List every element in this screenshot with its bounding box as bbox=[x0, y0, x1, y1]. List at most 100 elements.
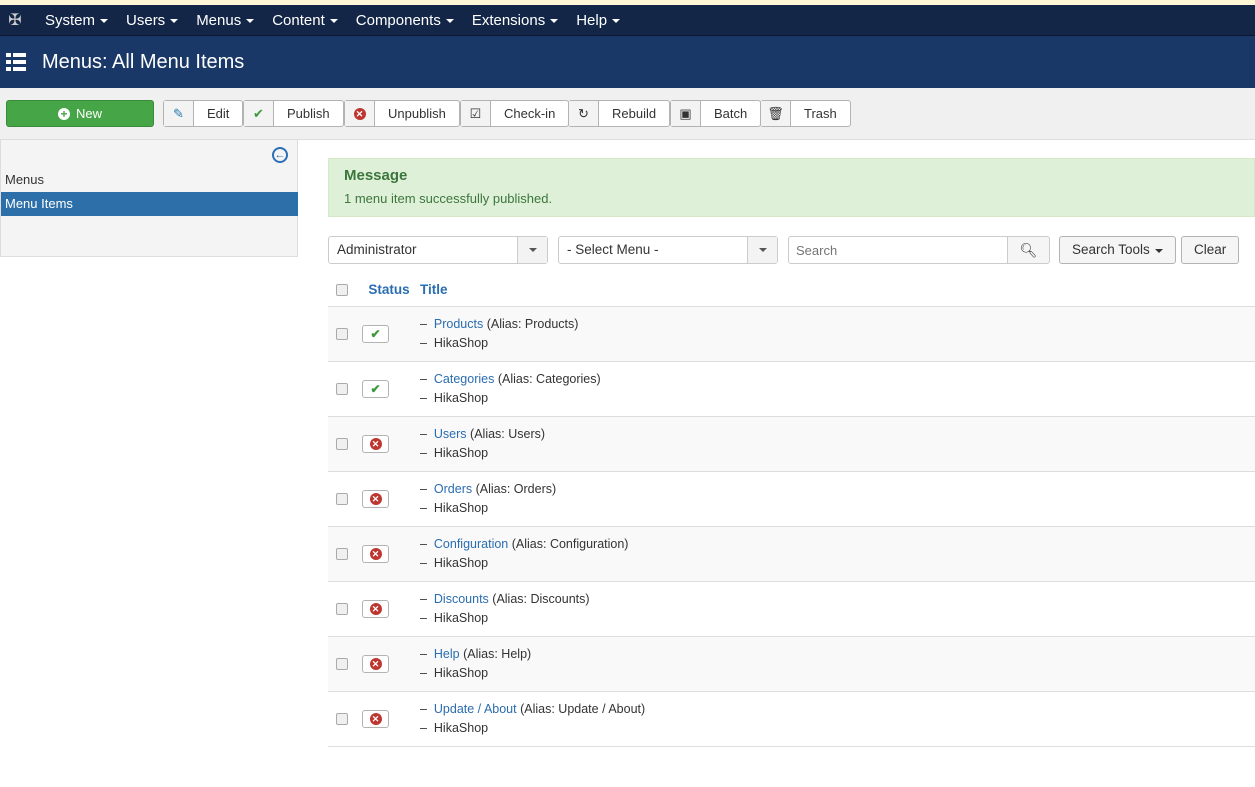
select-all-checkbox[interactable] bbox=[336, 283, 348, 296]
row-checkbox[interactable] bbox=[336, 547, 348, 560]
status-column-header[interactable]: Status bbox=[358, 274, 420, 307]
nav-system[interactable]: System bbox=[36, 12, 117, 29]
search-tools-button[interactable]: Search Tools bbox=[1059, 236, 1176, 264]
button-label: Edit bbox=[207, 106, 230, 121]
item-menu: HikaShop bbox=[433, 390, 489, 405]
top-navbar: ✠ System Users Menus Content Components … bbox=[0, 5, 1255, 36]
item-title-line: – Categories (Alias: Categories) bbox=[420, 371, 601, 386]
client-select[interactable]: Administrator bbox=[328, 236, 548, 264]
item-title-link[interactable]: Configuration bbox=[434, 537, 508, 551]
page-title: Menus: All Menu Items bbox=[42, 50, 245, 73]
item-menu: HikaShop bbox=[433, 720, 489, 735]
unpublished-toggle[interactable]: ✕ bbox=[362, 599, 389, 618]
caret-down-icon bbox=[550, 19, 559, 23]
toolbar: + New ✎ Edit ✔ Publish ✕ Unpublish ☑ Check-in… bbox=[0, 88, 1255, 140]
item-menu-line: – HikaShop bbox=[420, 390, 489, 405]
nav-label: Help bbox=[576, 11, 608, 29]
item-title-link[interactable]: Update / About bbox=[434, 702, 517, 716]
unpublished-toggle[interactable]: ✕ bbox=[362, 654, 389, 673]
caret-down-icon bbox=[100, 19, 109, 23]
caret-down-icon bbox=[612, 19, 621, 23]
row-checkbox[interactable] bbox=[336, 492, 348, 505]
publish-button[interactable]: ✔ Publish bbox=[243, 100, 344, 127]
item-menu-line: – HikaShop bbox=[420, 445, 489, 460]
joomla-logo-icon[interactable]: ✠ bbox=[0, 5, 30, 36]
edit-icon: ✎ bbox=[164, 101, 194, 126]
item-title-link[interactable]: Orders bbox=[434, 482, 472, 496]
nav-menus[interactable]: Menus bbox=[187, 12, 263, 29]
row-checkbox[interactable] bbox=[336, 712, 348, 725]
nav-label: System bbox=[45, 11, 96, 29]
button-label: Search Tools bbox=[1072, 242, 1150, 257]
nav-label: Components bbox=[355, 11, 441, 29]
item-menu: HikaShop bbox=[433, 665, 489, 680]
published-toggle[interactable]: ✔ bbox=[362, 379, 389, 398]
batch-button[interactable]: ▣ Batch bbox=[670, 100, 762, 127]
item-title-link[interactable]: Discounts bbox=[434, 592, 489, 606]
menu-items-table: Status Title ✔ – Products (Alias: Produc… bbox=[328, 274, 1255, 747]
item-menu: HikaShop bbox=[433, 445, 489, 460]
nav-label: Extensions bbox=[471, 11, 546, 29]
item-title-line: – Update / About (Alias: Update / About) bbox=[420, 701, 646, 716]
unpublished-icon: ✕ bbox=[369, 602, 382, 615]
unpublish-icon: ✕ bbox=[345, 101, 375, 126]
button-label: New bbox=[75, 106, 102, 121]
row-checkbox[interactable] bbox=[336, 437, 348, 450]
item-title-line: – Discounts (Alias: Discounts) bbox=[420, 591, 590, 606]
item-title-line: – Products (Alias: Products) bbox=[420, 316, 579, 331]
search-button[interactable]: 🔍︎ bbox=[1007, 236, 1050, 264]
edit-button[interactable]: ✎ Edit bbox=[163, 100, 244, 127]
search-input[interactable] bbox=[788, 236, 1008, 264]
item-alias: (Alias: Configuration) bbox=[511, 536, 629, 551]
nav-label: Content bbox=[272, 11, 325, 29]
item-title-link[interactable]: Categories bbox=[434, 372, 494, 386]
row-checkbox[interactable] bbox=[336, 327, 348, 340]
new-button[interactable]: + New bbox=[6, 100, 154, 127]
title-column-header[interactable]: Title bbox=[420, 274, 1255, 307]
nav-extensions[interactable]: Extensions bbox=[463, 12, 567, 29]
item-title-link[interactable]: Products bbox=[434, 317, 483, 331]
nav-users[interactable]: Users bbox=[117, 12, 187, 29]
item-title-link[interactable]: Users bbox=[434, 427, 467, 441]
unpublished-toggle[interactable]: ✕ bbox=[362, 434, 389, 453]
refresh-icon: ↻ bbox=[569, 101, 599, 126]
item-menu-line: – HikaShop bbox=[420, 500, 489, 515]
button-label: Check-in bbox=[504, 106, 556, 121]
filter-bar: Administrator - Select Menu - 🔍︎ Search … bbox=[328, 236, 1255, 264]
search-icon: 🔍︎ bbox=[1019, 241, 1038, 258]
rebuild-button[interactable]: ↻ Rebuild bbox=[568, 100, 671, 127]
item-title-link[interactable]: Help bbox=[434, 647, 460, 661]
unpublish-button[interactable]: ✕ Unpublish bbox=[344, 100, 460, 127]
checkin-button[interactable]: ☑ Check-in bbox=[460, 100, 570, 127]
row-checkbox[interactable] bbox=[336, 657, 348, 670]
trash-button[interactable]: 🗑 Trash bbox=[760, 100, 851, 127]
clear-button[interactable]: Clear bbox=[1181, 236, 1240, 264]
collapse-sidebar-icon[interactable]: ← bbox=[272, 147, 288, 163]
row-checkbox[interactable] bbox=[336, 602, 348, 615]
button-label: Trash bbox=[804, 106, 837, 121]
nav-content[interactable]: Content bbox=[263, 12, 347, 29]
item-menu: HikaShop bbox=[433, 555, 489, 570]
unpublished-toggle[interactable]: ✕ bbox=[362, 489, 389, 508]
sidebar-item-menu-items[interactable]: Menu Items bbox=[1, 192, 298, 216]
table-row: ✕ – Help (Alias: Help) – HikaShop bbox=[328, 636, 1255, 692]
caret-down-icon bbox=[517, 237, 547, 263]
message-text: 1 menu item successfully published. bbox=[344, 191, 553, 206]
sidebar: ← Menus Menu Items bbox=[0, 140, 298, 257]
sidebar-item-menus[interactable]: Menus bbox=[1, 168, 298, 192]
row-checkbox[interactable] bbox=[336, 382, 348, 395]
table-row: ✕ – Users (Alias: Users) – HikaShop bbox=[328, 416, 1255, 472]
nav-components[interactable]: Components bbox=[347, 12, 463, 29]
item-menu-line: – HikaShop bbox=[420, 720, 489, 735]
nav-label: Users bbox=[126, 11, 166, 29]
item-title-line: – Configuration (Alias: Configuration) bbox=[420, 536, 629, 551]
table-row: ✔ – Products (Alias: Products) – HikaSho… bbox=[328, 306, 1255, 362]
item-menu-line: – HikaShop bbox=[420, 665, 489, 680]
unpublished-toggle[interactable]: ✕ bbox=[362, 544, 389, 563]
success-message: Message 1 menu item successfully publish… bbox=[328, 158, 1255, 217]
button-label: Clear bbox=[1194, 242, 1227, 257]
published-toggle[interactable]: ✔ bbox=[362, 324, 389, 343]
unpublished-toggle[interactable]: ✕ bbox=[362, 709, 389, 728]
menu-select[interactable]: - Select Menu - bbox=[558, 236, 778, 264]
nav-help[interactable]: Help bbox=[567, 12, 629, 29]
